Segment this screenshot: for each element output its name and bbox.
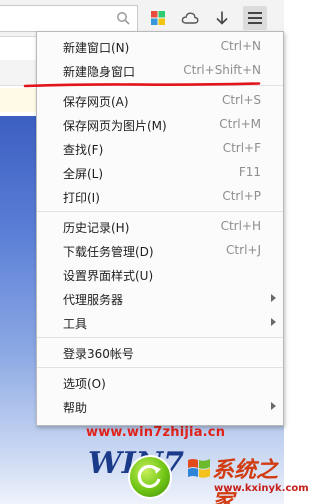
menu-item-label: 保存网页(A) — [63, 95, 129, 109]
menu-item-history[interactable]: 历史记录(H) Ctrl+H — [37, 216, 283, 238]
menu-separator — [37, 367, 283, 368]
menu-item-shortcut: Ctrl+H — [220, 219, 261, 233]
annotation-underline — [23, 82, 261, 88]
page-strip-yellow — [0, 88, 40, 112]
menu-item-label: 下载任务管理(D) — [63, 245, 154, 259]
watermark-url: www.win7zhijia.cn — [86, 425, 226, 440]
apps-icon[interactable] — [146, 6, 170, 30]
menu-item-help[interactable]: 帮助 — [37, 396, 283, 418]
menu-separator — [37, 211, 283, 212]
menu-item-find[interactable]: 查找(F) Ctrl+F — [37, 138, 283, 160]
menu-item-label: 帮助 — [63, 401, 88, 415]
menu-item-shortcut: Ctrl+Shift+N — [183, 63, 261, 77]
menu-item-new-window[interactable]: 新建窗口(N) Ctrl+N — [37, 36, 283, 58]
menu-item-login-360-account[interactable]: 登录360帐号 — [37, 342, 283, 364]
menu-item-save-page-as-image[interactable]: 保存网页为图片(M) Ctrl+M — [37, 114, 283, 136]
menu-item-print[interactable]: 打印(I) Ctrl+P — [37, 186, 283, 208]
menu-item-label: 登录360帐号 — [63, 347, 134, 361]
submenu-arrow-icon — [271, 318, 276, 326]
watermark-logo-icon — [128, 455, 172, 499]
submenu-arrow-icon — [271, 294, 276, 302]
download-icon[interactable] — [210, 6, 234, 30]
menu-item-shortcut: F11 — [238, 165, 261, 179]
menu-item-shortcut: Ctrl+S — [221, 93, 261, 107]
menu-item-fullscreen[interactable]: 全屏(L) F11 — [37, 162, 283, 184]
menu-item-download-manager[interactable]: 下载任务管理(D) Ctrl+J — [37, 240, 283, 262]
watermark-cn-text: 系统之家 — [212, 457, 279, 504]
watermark-site: www.kxinyk.com — [214, 483, 309, 494]
menu-item-shortcut: Ctrl+J — [226, 243, 261, 257]
menu-item-label: 历史记录(H) — [63, 221, 130, 235]
menu-item-shortcut: Ctrl+M — [219, 117, 261, 131]
windows-flag-icon — [188, 459, 210, 478]
menu-item-new-incognito-window[interactable]: 新建隐身窗口 Ctrl+Shift+N — [37, 60, 283, 82]
menu-item-interface-style[interactable]: 设置界面样式(U) — [37, 264, 283, 286]
address-bar[interactable] — [0, 5, 138, 32]
menu-item-label: 打印(I) — [63, 191, 100, 205]
submenu-arrow-icon — [271, 402, 276, 410]
menu-item-label: 选项(O) — [63, 377, 106, 391]
menu-item-save-page[interactable]: 保存网页(A) Ctrl+S — [37, 90, 283, 112]
menu-item-label: 代理服务器 — [63, 293, 124, 307]
menu-item-label: 设置界面样式(U) — [63, 269, 154, 283]
menu-icon[interactable] — [243, 6, 267, 30]
menu-item-label: 新建隐身窗口 — [63, 65, 136, 79]
menu-item-label: 全屏(L) — [63, 167, 104, 181]
menu-item-options[interactable]: 选项(O) — [37, 372, 283, 394]
cloud-icon[interactable] — [178, 6, 202, 30]
search-icon[interactable] — [116, 11, 130, 25]
menu-item-proxy-server[interactable]: 代理服务器 — [37, 288, 283, 310]
menu-item-shortcut: Ctrl+P — [222, 189, 261, 203]
menu-item-label: 工具 — [63, 317, 88, 331]
menu-item-label: 查找(F) — [63, 143, 104, 157]
menu-item-shortcut: Ctrl+N — [220, 39, 261, 53]
menu-separator — [37, 337, 283, 338]
menu-item-label: 保存网页为图片(M) — [63, 119, 167, 133]
main-menu: 新建窗口(N) Ctrl+N 新建隐身窗口 Ctrl+Shift+N 保存网页(A) Ct… — [23, 31, 284, 426]
menu-item-shortcut: Ctrl+F — [222, 141, 261, 155]
menu-item-label: 新建窗口(N) — [63, 41, 130, 55]
menu-item-tools[interactable]: 工具 — [37, 312, 283, 334]
